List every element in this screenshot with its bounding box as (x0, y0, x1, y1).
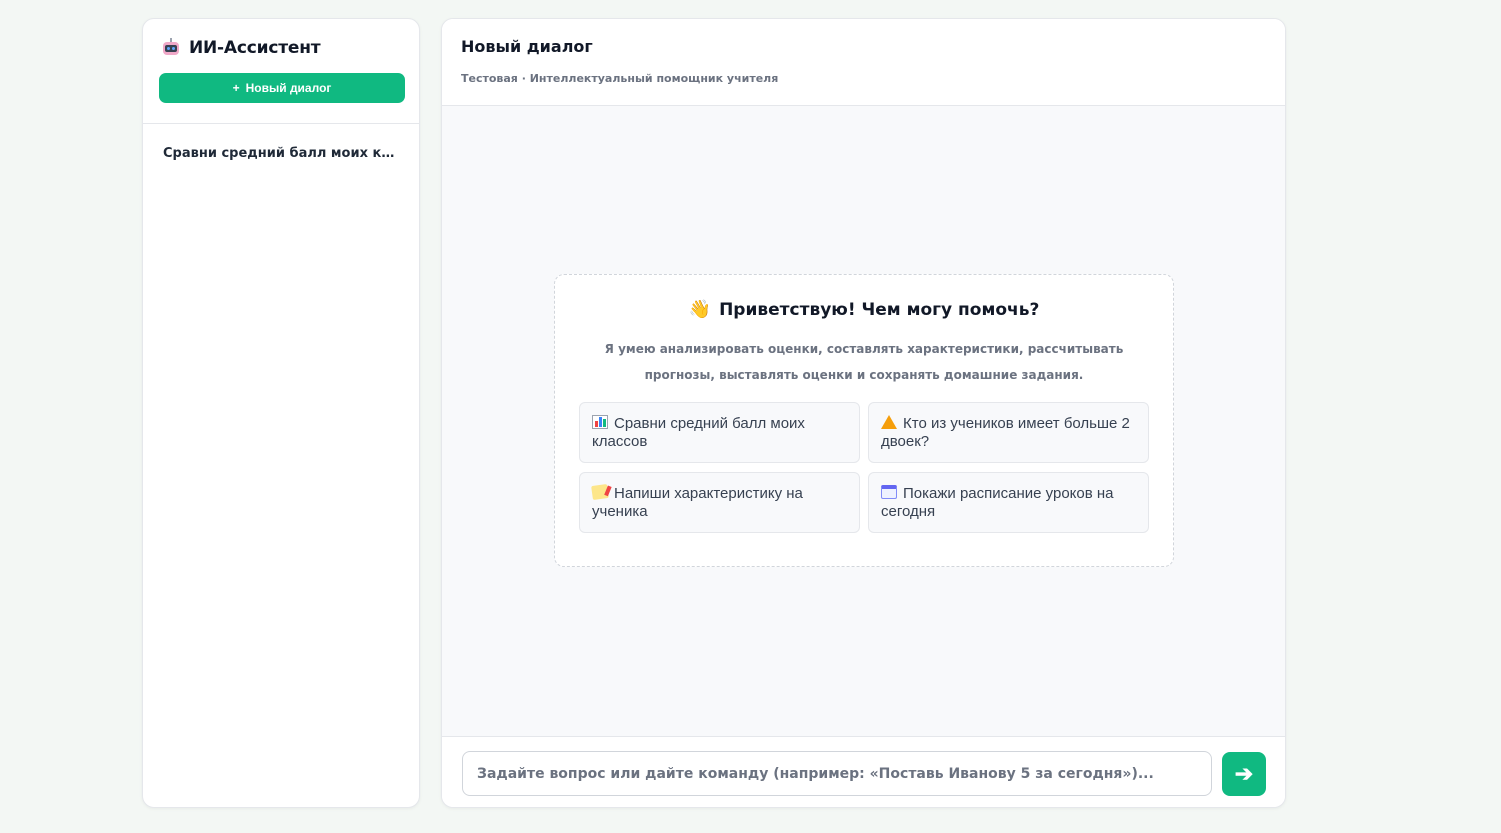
plus-icon: + (232, 81, 240, 95)
bar-chart-icon (592, 415, 608, 429)
message-input[interactable] (462, 751, 1212, 796)
calendar-icon (881, 485, 897, 499)
suggestion-characteristic[interactable]: Напиши характеристику на ученика (579, 472, 860, 533)
suggestion-compare-grades[interactable]: Сравни средний балл моих классов (579, 402, 860, 463)
new-dialog-button[interactable]: + Новый диалог (159, 73, 405, 103)
new-dialog-label: Новый диалог (245, 81, 332, 95)
dialog-history: Сравни средний балл моих кла... (143, 124, 419, 183)
composer: ➔ (442, 736, 1285, 807)
brand-title: ИИ-Ассистент (189, 38, 321, 58)
chat-title: Новый диалог (461, 37, 593, 56)
chat-area: 👋 Приветствую! Чем могу помочь? Я умею а… (442, 106, 1285, 736)
history-item[interactable]: Сравни средний балл моих кла... (163, 146, 399, 161)
chat-header: Новый диалог Тестовая · Интеллектуальный… (442, 19, 1285, 106)
sidebar: ИИ-Ассистент + Новый диалог Сравни средн… (142, 18, 420, 808)
suggestion-label: Напиши характеристику на ученика (592, 485, 803, 520)
arrow-right-icon: ➔ (1234, 761, 1254, 786)
chat-panel: Новый диалог Тестовая · Интеллектуальный… (441, 18, 1286, 808)
suggestions: Сравни средний балл моих классов Кто из … (579, 402, 1149, 533)
welcome-card: 👋 Приветствую! Чем могу помочь? Я умею а… (554, 274, 1174, 567)
chat-subtitle: Тестовая · Интеллектуальный помощник учи… (461, 72, 779, 85)
brand: ИИ-Ассистент (161, 37, 403, 59)
welcome-title: 👋 Приветствую! Чем могу помочь? (579, 299, 1149, 320)
welcome-text: Я умею анализировать оценки, составлять … (604, 342, 1124, 382)
suggestion-schedule[interactable]: Покажи расписание уроков на сегодня (868, 472, 1149, 533)
suggestion-label: Кто из учеников имеет больше 2 двоек? (881, 415, 1130, 450)
suggestion-label: Сравни средний балл моих классов (592, 415, 805, 450)
warning-icon (881, 415, 897, 429)
send-button[interactable]: ➔ (1222, 752, 1266, 796)
sidebar-header: ИИ-Ассистент + Новый диалог (143, 19, 419, 124)
robot-icon (161, 38, 181, 58)
suggestion-label: Покажи расписание уроков на сегодня (881, 485, 1114, 520)
memo-icon (591, 483, 609, 501)
waving-hand-icon: 👋 (688, 299, 712, 320)
suggestion-twos[interactable]: Кто из учеников имеет больше 2 двоек? (868, 402, 1149, 463)
welcome-heading: Приветствую! Чем могу помочь? (719, 299, 1040, 320)
